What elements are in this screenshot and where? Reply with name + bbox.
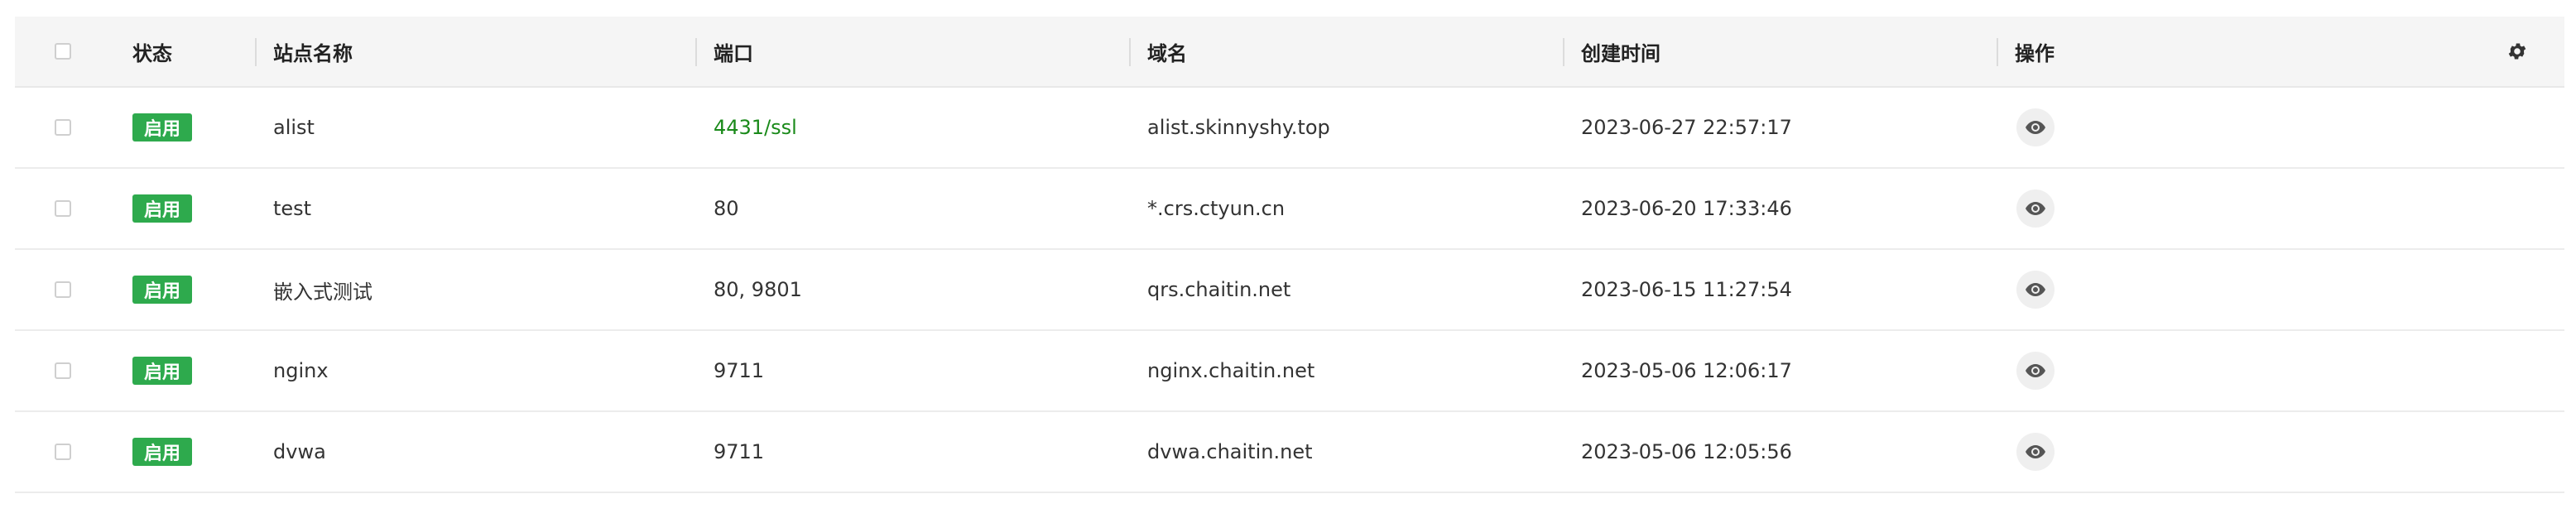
operation-cell	[2015, 88, 2055, 167]
operation-cell	[2015, 412, 2055, 492]
status-badge: 启用	[132, 113, 193, 141]
site-port: 80	[714, 197, 739, 220]
status-badge: 启用	[132, 357, 193, 385]
site-created: 2023-06-15 11:27:54	[1581, 278, 1792, 301]
site-domain: *.crs.ctyun.cn	[1147, 197, 1286, 220]
row-select[interactable]	[55, 88, 71, 167]
site-domain: alist.skinnyshy.top	[1147, 116, 1330, 139]
site-name: 嵌入式测试	[273, 280, 372, 304]
table-row: 启用 test 80 *.crs.ctyun.cn 2023-06-20 17:…	[15, 169, 2564, 250]
site-port: 9711	[714, 359, 765, 382]
gear-icon[interactable]	[2506, 41, 2528, 62]
row-checkbox[interactable]	[55, 281, 71, 298]
header-port: 端口	[714, 41, 753, 65]
column-divider	[1563, 38, 1564, 66]
status-cell: 启用	[132, 250, 193, 329]
view-button[interactable]	[2016, 108, 2055, 146]
site-name: alist	[273, 116, 315, 139]
status-badge: 启用	[132, 438, 193, 466]
table-row: 启用 alist 4431/ssl alist.skinnyshy.top 20…	[15, 88, 2564, 169]
table-header: 状态 站点名称 端口 域名 创建时间 操作	[15, 17, 2564, 88]
eye-icon	[2026, 364, 2045, 377]
table-row: 启用 dvwa 9711 dvwa.chaitin.net 2023-05-06…	[15, 412, 2564, 493]
status-badge: 启用	[132, 276, 193, 304]
operation-cell	[2015, 250, 2055, 329]
column-divider	[695, 38, 697, 66]
status-cell: 启用	[132, 412, 193, 492]
select-all-checkbox[interactable]	[55, 43, 71, 60]
eye-icon	[2026, 121, 2045, 134]
site-name: test	[273, 197, 312, 220]
header-select-all[interactable]	[55, 17, 71, 86]
operation-cell	[2015, 169, 2055, 248]
site-name: dvwa	[273, 440, 326, 463]
view-button[interactable]	[2016, 433, 2055, 471]
operation-cell	[2015, 331, 2055, 410]
eye-icon	[2026, 445, 2045, 458]
site-domain: qrs.chaitin.net	[1147, 278, 1291, 301]
header-operation: 操作	[2015, 41, 2055, 65]
status-cell: 启用	[132, 88, 193, 167]
header-name: 站点名称	[273, 41, 353, 65]
site-created: 2023-05-06 12:05:56	[1581, 440, 1792, 463]
site-port: 80, 9801	[714, 278, 802, 301]
site-created: 2023-06-20 17:33:46	[1581, 197, 1792, 220]
header-domain: 域名	[1147, 41, 1187, 65]
eye-icon	[2026, 202, 2045, 215]
eye-icon	[2026, 283, 2045, 296]
site-created: 2023-06-27 22:57:17	[1581, 116, 1792, 139]
header-created: 创建时间	[1581, 41, 1660, 65]
row-select[interactable]	[55, 412, 71, 492]
row-checkbox[interactable]	[55, 362, 71, 379]
site-domain: nginx.chaitin.net	[1147, 359, 1315, 382]
row-select[interactable]	[55, 331, 71, 410]
site-port: 9711	[714, 440, 765, 463]
status-cell: 启用	[132, 169, 193, 248]
site-domain: dvwa.chaitin.net	[1147, 440, 1313, 463]
header-status: 状态	[132, 41, 172, 65]
column-divider	[1129, 38, 1131, 66]
row-select[interactable]	[55, 250, 71, 329]
table-settings-button[interactable]	[2506, 17, 2528, 86]
status-cell: 启用	[132, 331, 193, 410]
view-button[interactable]	[2016, 271, 2055, 309]
row-select[interactable]	[55, 169, 71, 248]
row-checkbox[interactable]	[55, 119, 71, 136]
view-button[interactable]	[2016, 352, 2055, 390]
column-divider	[1997, 38, 1998, 66]
row-checkbox[interactable]	[55, 444, 71, 460]
site-name: nginx	[273, 359, 329, 382]
table-row: 启用 嵌入式测试 80, 9801 qrs.chaitin.net 2023-0…	[15, 250, 2564, 331]
status-badge: 启用	[132, 194, 193, 223]
view-button[interactable]	[2016, 189, 2055, 228]
site-port: 4431/ssl	[714, 116, 797, 139]
sites-table: 状态 站点名称 端口 域名 创建时间 操作 启用 alist 4431/ssl …	[15, 17, 2564, 493]
site-created: 2023-05-06 12:06:17	[1581, 359, 1792, 382]
table-row: 启用 nginx 9711 nginx.chaitin.net 2023-05-…	[15, 331, 2564, 412]
row-checkbox[interactable]	[55, 200, 71, 217]
column-divider	[255, 38, 257, 66]
